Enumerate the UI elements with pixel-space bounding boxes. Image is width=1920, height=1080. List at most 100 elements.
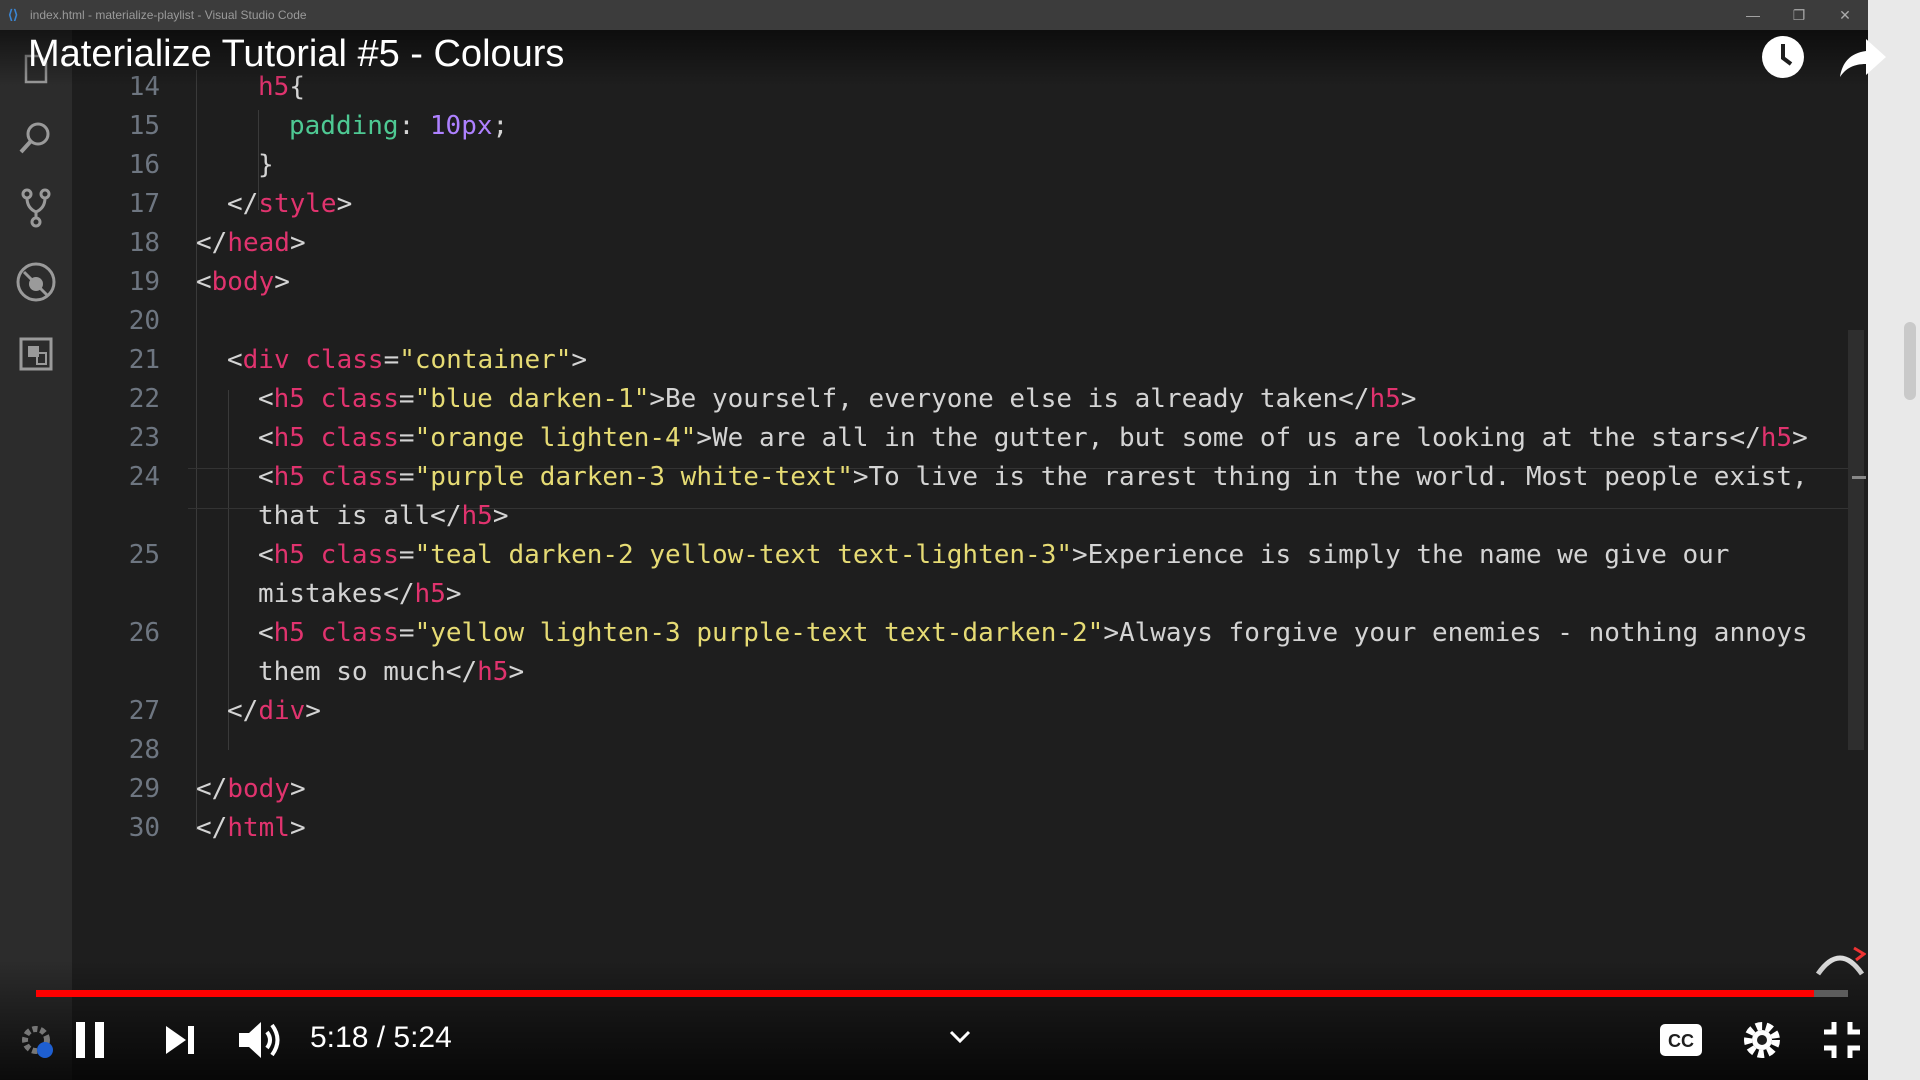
code-token: >: [1400, 384, 1417, 414]
code-line[interactable]: that is all</h5>: [72, 497, 1852, 536]
extensions-button[interactable]: [0, 326, 72, 382]
code-text: them so much</h5>: [258, 653, 524, 692]
captions-button[interactable]: CC: [1656, 1020, 1706, 1060]
window-controls: — ❐ ✕: [1730, 0, 1868, 30]
code-token: =: [398, 462, 415, 492]
code-token: "blue darken-1": [414, 384, 650, 414]
code-token: }: [258, 150, 274, 180]
pause-button[interactable]: [66, 1016, 114, 1064]
settings-icon: [1744, 1022, 1780, 1058]
activity-bar: [0, 30, 72, 1080]
line-number: 17: [128, 189, 160, 219]
line-number: 24: [128, 462, 160, 492]
window-title: index.html - materialize-playlist - Visu…: [30, 8, 307, 22]
code-line[interactable]: 20: [72, 302, 1852, 341]
code-line[interactable]: 28: [72, 731, 1852, 770]
code-line[interactable]: 22 <h5 class="blue darken-1">Be yourself,…: [72, 380, 1852, 419]
code-line[interactable]: 27 </div>: [72, 692, 1852, 731]
code-token: >Experience is simply the name we give o…: [1072, 540, 1730, 570]
code-token: h5: [477, 657, 509, 687]
code-line[interactable]: 15 padding: 10px;: [72, 107, 1852, 146]
code-token: >We are all in the gutter, but some of u…: [696, 423, 1761, 453]
code-token: h5: [273, 384, 305, 414]
code-token: h5: [1369, 384, 1401, 414]
maximize-button[interactable]: ❐: [1776, 0, 1822, 30]
code-line[interactable]: mistakes</h5>: [72, 575, 1852, 614]
exit-fullscreen-button[interactable]: [1818, 1016, 1866, 1064]
search-button[interactable]: [0, 110, 72, 166]
code-token: class: [320, 618, 399, 648]
code-token: >: [336, 189, 353, 219]
code-token: </: [227, 696, 259, 726]
code-token: "container": [399, 345, 572, 375]
page-scrollbar-thumb[interactable]: [1904, 322, 1916, 400]
code-line[interactable]: 23 <h5 class="orange lighten-4">We are al…: [72, 419, 1852, 458]
code-text: <h5 class="yellow lighten-3 purple-text …: [258, 614, 1808, 653]
code-line[interactable]: 29 </body>: [72, 770, 1852, 809]
line-number: 20: [128, 306, 160, 336]
code-line[interactable]: 19 <body>: [72, 263, 1852, 302]
next-button[interactable]: [156, 1016, 204, 1064]
gear-badge-icon: [22, 1026, 53, 1058]
minimize-button[interactable]: —: [1730, 0, 1776, 30]
debug-icon: [16, 262, 56, 302]
code-line[interactable]: 25 <h5 class="teal darken-2 yellow-text t…: [72, 536, 1852, 575]
code-line[interactable]: 16}: [72, 146, 1852, 185]
code-text: <div class="container">: [227, 341, 587, 380]
code-text: padding: 10px;: [289, 107, 508, 146]
code-token: mistakes</: [258, 579, 415, 609]
code-token: >Be yourself, everyone else is already t…: [649, 384, 1370, 414]
code-text: <h5 class="blue darken-1">Be yourself, e…: [258, 380, 1416, 419]
window-titlebar: ⟨⟩ index.html - materialize-playlist - V…: [0, 0, 1868, 30]
code-token: h5: [461, 501, 493, 531]
code-line[interactable]: 24 <h5 class="purple darken-3 white-text"…: [72, 458, 1852, 497]
code-text: </head>: [196, 224, 306, 263]
code-text: mistakes</h5>: [258, 575, 462, 614]
share-button[interactable]: [1836, 32, 1890, 82]
code-token: >: [274, 267, 290, 297]
line-number: 25: [128, 540, 160, 570]
code-token: >: [571, 345, 588, 375]
close-window-button[interactable]: ✕: [1822, 0, 1868, 30]
video-title[interactable]: Materialize Tutorial #5 - Colours: [28, 30, 564, 78]
editor-scrollbar[interactable]: [1848, 330, 1864, 750]
watch-later-button[interactable]: [1758, 32, 1808, 82]
code-token: >: [289, 774, 306, 804]
source-control-button[interactable]: [0, 180, 72, 236]
code-token: <: [258, 462, 274, 492]
code-token: :: [398, 111, 430, 141]
source-control-icon: [21, 188, 51, 228]
code-line[interactable]: them so much</h5>: [72, 653, 1852, 692]
code-token: <: [258, 423, 274, 453]
code-token: =: [383, 345, 400, 375]
code-token: class: [320, 462, 399, 492]
code-token: >: [305, 696, 321, 726]
page-scrollbar-area: [1868, 0, 1920, 1080]
code-token: </: [196, 228, 228, 258]
settings-button[interactable]: [1738, 1016, 1786, 1064]
code-line[interactable]: 18 </head>: [72, 224, 1852, 263]
code-line[interactable]: 30 </html>: [72, 809, 1852, 848]
exit-fullscreen-icon: [1824, 1022, 1860, 1058]
code-token: >: [289, 228, 306, 258]
code-token: >Always forgive your enemies - nothing a…: [1103, 618, 1808, 648]
code-token: =: [398, 540, 415, 570]
progress-bar[interactable]: [36, 990, 1848, 997]
code-line[interactable]: 26 <h5 class="yellow lighten-3 purple-tex…: [72, 614, 1852, 653]
next-icon: [166, 1026, 194, 1054]
code-token: <: [258, 540, 274, 570]
volume-icon: [239, 1022, 280, 1058]
code-token: >: [445, 579, 462, 609]
code-line[interactable]: 21 <div class="container">: [72, 341, 1852, 380]
code-editor[interactable]: 14 h5{15 padding: 10px; 16} 17 </style> 18 </he…: [72, 30, 1868, 1080]
debug-button[interactable]: [0, 254, 72, 310]
settings-gear-small: [16, 1020, 60, 1064]
expand-chevron-button[interactable]: [940, 1022, 980, 1052]
code-token: "yellow lighten-3 purple-text text-darke…: [414, 618, 1104, 648]
volume-button[interactable]: [234, 1014, 286, 1066]
code-line[interactable]: 17 </style>: [72, 185, 1852, 224]
